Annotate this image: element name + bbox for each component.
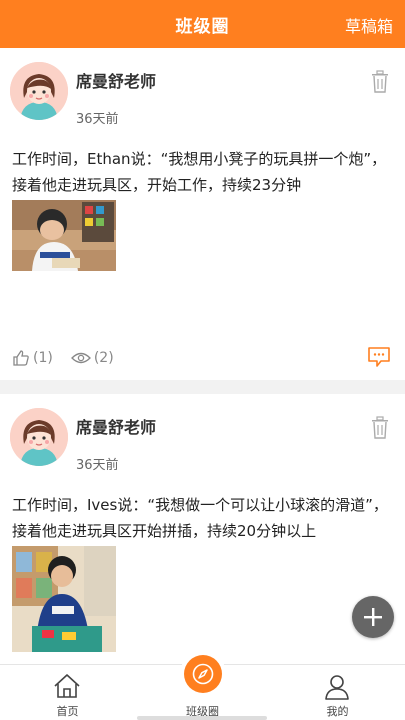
view-stat: (2) <box>70 350 114 366</box>
avatar[interactable] <box>10 62 68 120</box>
avatar[interactable] <box>10 408 68 466</box>
drafts-button[interactable]: 草稿箱 <box>345 13 393 37</box>
like-count: (1) <box>33 350 53 366</box>
tab-bubble <box>180 651 226 697</box>
page-title: 班级圈 <box>175 16 230 37</box>
post-photo[interactable] <box>12 200 116 271</box>
post-time: 36天前 <box>76 112 119 127</box>
compass-icon <box>192 663 214 685</box>
feed-post: 席曼舒老师 36天前 工作时间，Ives说：“我想做一个可以让小球滚的滑道”，接… <box>0 394 405 664</box>
tab-home[interactable]: 首页 <box>0 665 135 720</box>
post-actions: (1) (2) <box>12 346 132 370</box>
tab-label: 我的 <box>326 705 349 718</box>
tab-label: 首页 <box>56 705 79 718</box>
post-author: 席曼舒老师 <box>76 418 157 437</box>
post-text: 工作时间，Ives说：“我想做一个可以让小球滚的滑道”，接着他走进玩具区开始拼插… <box>12 496 388 540</box>
plus-icon <box>364 608 382 626</box>
class-feed[interactable]: 席曼舒老师 36天前 工作时间，Ethan说：“我想用小凳子的玩具拼一个炮”，接… <box>0 48 405 664</box>
comment-icon[interactable] <box>367 346 391 368</box>
child-playing-photo <box>12 200 116 271</box>
feed-post: 席曼舒老师 36天前 工作时间，Ethan说：“我想用小凳子的玩具拼一个炮”，接… <box>0 48 405 380</box>
post-author: 席曼舒老师 <box>76 72 157 91</box>
home-icon <box>54 674 80 698</box>
eye-icon <box>70 352 91 364</box>
tab-class-circle[interactable]: 班级圈 <box>135 651 270 720</box>
user-icon <box>325 675 349 700</box>
post-divider <box>0 380 405 394</box>
trash-icon[interactable] <box>371 70 389 94</box>
bottom-tab-bar: 首页 班级圈 我的 <box>0 651 405 720</box>
thumbs-up-icon <box>13 350 29 366</box>
trash-icon[interactable] <box>371 416 389 440</box>
post-text: 工作时间，Ethan说：“我想用小凳子的玩具拼一个炮”，接着他走进玩具区，开始工… <box>12 150 387 194</box>
post-photo[interactable] <box>12 546 116 652</box>
child-building-photo <box>12 546 116 652</box>
tab-active-indicator <box>184 655 222 693</box>
teacher-avatar-icon <box>10 62 68 120</box>
home-indicator <box>137 716 267 720</box>
app-header: 班级圈 草稿箱 <box>0 0 405 48</box>
view-count: (2) <box>93 350 114 366</box>
teacher-avatar-icon <box>10 408 68 466</box>
like-button[interactable]: (1) <box>12 349 53 367</box>
post-time: 36天前 <box>76 458 119 473</box>
add-post-button[interactable] <box>352 596 394 638</box>
tab-profile[interactable]: 我的 <box>270 665 405 720</box>
